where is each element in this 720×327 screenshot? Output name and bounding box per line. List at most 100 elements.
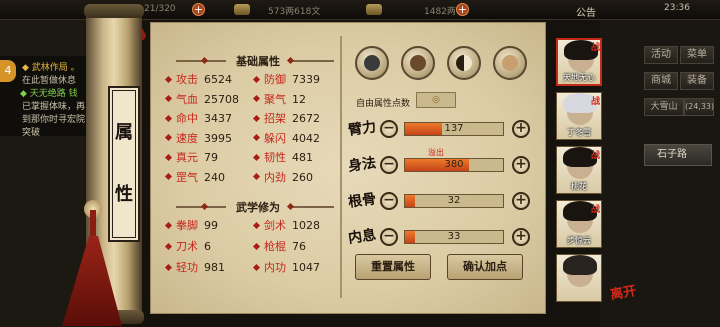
attribute-value: 137 (444, 123, 464, 134)
stat-value: 2672 (292, 112, 320, 125)
free-points-label: 自由属性点数 (356, 99, 411, 109)
meridian-icon[interactable] (493, 46, 527, 80)
shop-button[interactable]: 商城 (644, 72, 678, 90)
stat-bullet-icon (164, 153, 173, 161)
stat-bullet-icon (252, 75, 261, 83)
currency-value: 573两618文 (268, 7, 321, 17)
decrease-attribute-button[interactable]: − (380, 192, 398, 210)
base-stat: 躲闪 4042 (252, 131, 320, 146)
martial-stat: 轻功 981 (164, 261, 225, 275)
add-gold-button[interactable]: + (456, 3, 469, 16)
base-stat: 防御 7339 (252, 73, 320, 87)
announcement-button[interactable]: 公告 (576, 4, 596, 19)
scroll-label-card: 属 性 (108, 86, 140, 242)
base-stat: 攻击 6524 (164, 73, 232, 87)
activity-button[interactable]: 活动 (644, 46, 678, 64)
quest-tag-icon[interactable]: 4 (0, 60, 16, 82)
stat-bullet-icon (164, 172, 173, 181)
decrease-attribute-button[interactable]: − (380, 156, 398, 174)
gold-value: 1482两 (424, 7, 456, 17)
equipment-button[interactable]: 装备 (680, 72, 714, 90)
battle-tag: 战 (591, 43, 601, 53)
stat-value: 4042 (292, 131, 320, 145)
stat-bullet-icon (252, 94, 261, 103)
increase-attribute-button[interactable]: + (512, 192, 530, 210)
quest-line: 到那你时寻宏院 (22, 115, 86, 125)
attribute-bar: 137 (404, 122, 504, 136)
scroll-label-char: 属 (115, 122, 133, 143)
stat-bullet-icon (252, 114, 261, 122)
stat-name: 招架 (264, 112, 286, 125)
increase-attribute-button[interactable]: + (512, 156, 530, 174)
base-stat: 真元 79 (164, 151, 218, 165)
base-stat: 聚气 12 (252, 93, 306, 107)
stat-value: 3995 (204, 131, 232, 145)
stat-name: 速度 (176, 131, 198, 145)
stat-value: 6524 (204, 73, 232, 86)
reset-attributes-button[interactable]: 重置属性 (355, 254, 431, 280)
character-card[interactable] (556, 254, 602, 302)
attribute-value: 32 (447, 195, 461, 206)
attribute-bar: 380 (404, 158, 504, 172)
stat-bullet-icon (252, 221, 261, 229)
stat-bullet-icon (252, 172, 261, 181)
scroll-cap-top (84, 4, 144, 18)
overflow-tag: 溢出 (428, 148, 444, 157)
stat-value: 7339 (292, 73, 320, 86)
coin-icon (234, 4, 250, 15)
stat-name: 攻击 (176, 73, 198, 86)
character-name: 桃花 (571, 182, 587, 191)
location-region: 大雪山 (644, 98, 684, 116)
stat-value: 240 (204, 170, 225, 184)
clock: 23:36 (664, 3, 690, 13)
increase-attribute-button[interactable]: + (512, 228, 530, 246)
taiji-icon[interactable] (447, 46, 481, 80)
martial-stat: 剑术 1028 (252, 219, 320, 233)
character-hair (563, 255, 597, 275)
quest-line: ◆ 天无绝路 钱 (20, 89, 78, 99)
stat-name: 拳脚 (176, 219, 198, 232)
battle-tag: 战 (591, 205, 601, 215)
free-points-value: ◎ (416, 92, 456, 108)
battle-tag: 战 (591, 151, 601, 161)
stat-value: 6 (204, 240, 211, 253)
attribute-label: 臂力 (347, 119, 378, 139)
current-location[interactable]: 石子路 (644, 144, 712, 166)
attribute-value: 380 (444, 159, 464, 170)
base-stat: 韧性 481 (252, 151, 313, 165)
confirm-points-button[interactable]: 确认加点 (447, 254, 523, 280)
base-stat: 速度 3995 (164, 131, 232, 146)
quest-line: 突破 (22, 128, 41, 138)
decrease-attribute-button[interactable]: − (380, 120, 398, 138)
attribute-bar: 32 (404, 194, 504, 208)
increase-attribute-button[interactable]: + (512, 120, 530, 138)
stat-bullet-icon (252, 263, 261, 271)
martial-stat: 刀术 6 (164, 240, 211, 254)
stat-value: 260 (292, 170, 313, 184)
base-stat: 气血 25708 (164, 93, 239, 107)
character-avatar-icon[interactable] (355, 46, 389, 80)
base-stat: 招架 2672 (252, 112, 320, 126)
martial-stat: 拳脚 99 (164, 219, 218, 233)
character-name: 步惊云 (567, 236, 591, 245)
right-background (600, 20, 720, 327)
stat-bullet-icon (252, 242, 261, 250)
stat-bullet-icon (164, 94, 173, 103)
stat-bullet-icon (164, 114, 173, 122)
stat-bullet-icon (252, 133, 261, 142)
base-stat: 内劲 260 (252, 170, 313, 185)
base-stat: 罡气 240 (164, 170, 225, 185)
stat-name: 躲闪 (264, 131, 286, 145)
stat-value: 99 (204, 219, 218, 232)
attribute-label: 内息 (347, 227, 378, 247)
stat-name: 真元 (176, 151, 198, 164)
attribute-label: 身法 (347, 155, 378, 175)
menu-button[interactable]: 菜单 (680, 46, 714, 64)
decrease-attribute-button[interactable]: − (380, 228, 398, 246)
stat-name: 罡气 (176, 170, 198, 184)
stat-name: 内功 (264, 261, 286, 274)
attribute-bar: 33 (404, 230, 504, 244)
add-stamina-button[interactable]: + (192, 3, 205, 16)
attribute-tab-icon[interactable] (401, 46, 435, 80)
stamina-value: 21/320 (144, 4, 176, 14)
